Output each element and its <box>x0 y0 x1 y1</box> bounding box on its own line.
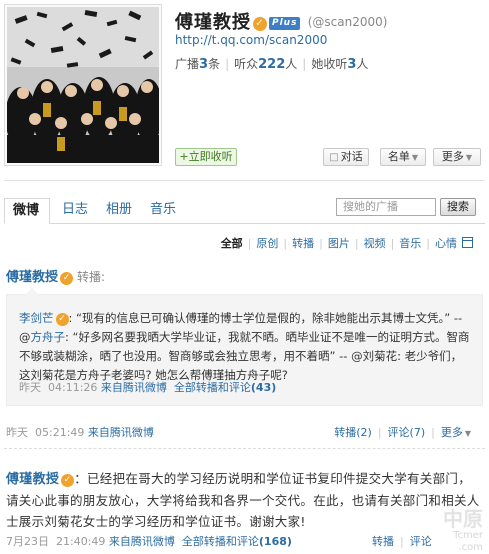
site-watermark: 中原 Tcmer .com <box>443 507 483 553</box>
filter-original[interactable]: 原创 <box>256 237 278 250</box>
tab-blog[interactable]: 日志 <box>54 198 96 224</box>
stat-broadcasts[interactable]: 广播3条 <box>175 57 220 72</box>
post1-action: 转播: <box>77 270 106 284</box>
post2-text: ：已经把在哥大的学习经历说明和学位证书复印件提交大学有关部门，请关心此事的朋友放… <box>6 471 480 529</box>
post2-repost-button[interactable]: 转播 <box>372 535 394 548</box>
vip-badge: Plus <box>269 17 301 30</box>
chevron-down-icon: ▼ <box>411 153 419 162</box>
post1-more-button[interactable]: 更多 ▼ <box>441 426 471 439</box>
post2-author[interactable]: 傅瑾教授 <box>6 472 59 487</box>
filter-image[interactable]: 图片 <box>328 237 350 250</box>
post-divider <box>4 448 485 449</box>
post1-header: 傅瑾教授 ✓ 转播: <box>6 266 105 285</box>
post1-meta: 昨天 05:21:49 来自腾讯微博 <box>6 426 154 439</box>
chat-button[interactable]: □ 对话 <box>323 148 369 166</box>
post2-all-link[interactable]: 全部转播和评论(168) <box>182 535 292 548</box>
post1-author[interactable]: 傅瑾教授 <box>6 270 58 285</box>
filter-music[interactable]: 音乐 <box>399 237 421 250</box>
chevron-down-icon: ▼ <box>465 153 473 162</box>
profile-name-line: 傅瑾教授 ✓ Plus (@scan2000) <box>175 8 387 34</box>
tab-album[interactable]: 相册 <box>98 198 140 224</box>
repost-text: 李剑芒 ✓: “现有的信息已可确认傅瑾的博士学位是假的，除非她能出示其博士文凭。”… <box>19 311 470 382</box>
reposted-content: 李剑芒 ✓: “现有的信息已可确认傅瑾的博士学位是假的，除非她能出示其博士文凭。”… <box>6 288 483 406</box>
tab-weibo[interactable]: 微博 <box>4 198 50 224</box>
post2-meta: 7月23日 21:40:49 来自腾讯微博 全部转播和评论(168) <box>6 535 292 548</box>
stat-following[interactable]: 她收听3人 <box>311 57 368 72</box>
filter-video[interactable]: 视频 <box>364 237 386 250</box>
verified-badge-icon: ✓ <box>60 272 74 285</box>
more-button[interactable]: 更多 ▼ <box>433 148 481 166</box>
broadcast-search-input[interactable]: 搜她的广播 <box>336 198 436 216</box>
profile-handle: (@scan2000) <box>307 15 388 29</box>
repost-all-link[interactable]: 全部转播和评论(43) <box>174 381 276 394</box>
mention-link[interactable]: 方舟子 <box>31 330 66 344</box>
graduation-photo <box>7 7 159 163</box>
search-button[interactable]: 搜索 <box>440 198 476 216</box>
feed-filters: 全部 | 原创 | 转播 | 图片 | 视频 | 音乐 | 心情 <box>219 235 473 251</box>
verified-badge-icon: ✓ <box>253 17 267 31</box>
repost-source-link[interactable]: 来自腾讯微博 <box>101 381 167 394</box>
profile-stats: 广播3条 | 听众222人 | 她收听3人 <box>175 57 369 72</box>
header-divider <box>4 180 485 181</box>
profile-avatar[interactable] <box>4 4 162 166</box>
repost-meta: 昨天 04:11:26 来自腾讯微博 全部转播和评论(43) <box>19 381 277 394</box>
profile-url-link[interactable]: http://t.qq.com/scan2000 <box>175 33 327 47</box>
post1-repost-button[interactable]: 转播(2) <box>334 426 372 439</box>
chat-icon: □ <box>329 152 339 163</box>
post2-ops: 转播 | 评论 <box>372 535 432 548</box>
namecard-button[interactable]: 名单 ▼ <box>380 148 426 166</box>
filter-mood[interactable]: 心情 <box>435 237 457 250</box>
post2-source-link[interactable]: 来自腾讯微博 <box>109 535 175 548</box>
post1-ops: 转播(2) | 评论(7) | 更多 ▼ <box>334 426 471 439</box>
calendar-icon[interactable] <box>462 237 473 248</box>
repost-user-link[interactable]: 李剑芒 <box>19 311 54 325</box>
verified-badge-icon: ✓ <box>55 313 69 326</box>
post1-comment-button[interactable]: 评论(7) <box>388 426 426 439</box>
tab-music[interactable]: 音乐 <box>142 198 184 224</box>
post2-body: 傅瑾教授 ✓ ：已经把在哥大的学习经历说明和学位证书复印件提交大学有关部门，请关心此… <box>6 468 482 532</box>
filter-repost[interactable]: 转播 <box>292 237 314 250</box>
chevron-down-icon: ▼ <box>464 429 471 438</box>
post1-source-link[interactable]: 来自腾讯微博 <box>88 426 154 439</box>
stat-listeners[interactable]: 听众222人 <box>234 57 297 72</box>
verified-badge-icon: ✓ <box>61 474 75 487</box>
profile-name: 傅瑾教授 <box>175 12 251 33</box>
follow-button[interactable]: +立即收听 <box>175 148 237 166</box>
filter-all[interactable]: 全部 <box>221 237 243 250</box>
